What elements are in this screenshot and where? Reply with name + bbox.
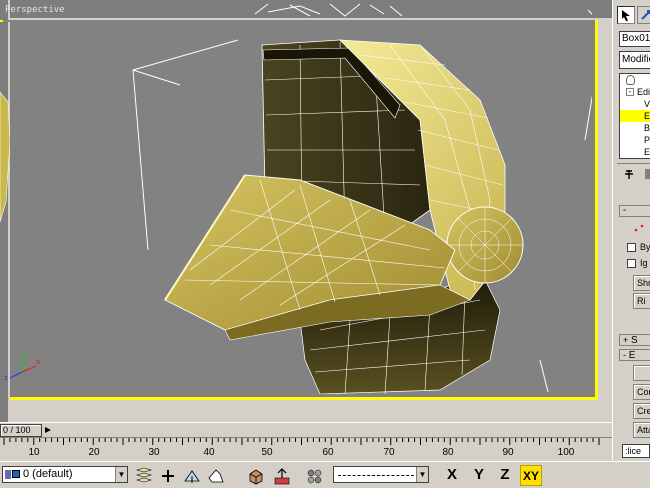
ring-button[interactable]: Ri — [633, 293, 650, 309]
modifier-list-dropdown[interactable]: Modifie — [619, 51, 650, 69]
render-scene-icon[interactable] — [246, 466, 266, 485]
select-objects-in-layer-icon[interactable] — [182, 466, 202, 485]
helmet-wireframe-render: y x z — [4, 9, 592, 394]
modify-tab-icon[interactable] — [637, 6, 650, 24]
soft-selection-rollout-header[interactable]: + S — [619, 334, 650, 346]
time-slider[interactable]: 0 / 100 — [0, 422, 612, 437]
viewport-label[interactable]: Perspective — [5, 5, 65, 15]
next-frame-arrow-icon[interactable] — [43, 425, 53, 435]
attach-button[interactable]: Atta — [633, 422, 650, 438]
axis-z-button[interactable]: Z — [494, 465, 516, 486]
ruler-label: 70 — [383, 447, 395, 458]
stack-item-edge[interactable]: E — [620, 110, 650, 122]
shrink-button[interactable]: Shr — [633, 275, 650, 291]
stack-toolbar — [617, 163, 650, 183]
modifier-stack[interactable]: - Edi V E B P E — [619, 73, 650, 159]
axis-x-button[interactable]: X — [441, 465, 463, 486]
add-to-layer-icon[interactable] — [158, 466, 178, 485]
set-current-layer-icon[interactable] — [206, 466, 226, 485]
ruler-label: 80 — [442, 447, 454, 458]
edit-edges-rollout-header[interactable]: - E — [619, 349, 650, 361]
ruler-label: 60 — [322, 447, 334, 458]
by-vertex-checkbox[interactable] — [627, 243, 636, 252]
stack-item-element[interactable]: E — [620, 146, 650, 158]
layer-dropdown[interactable]: 0 (default) ▼ — [2, 466, 128, 483]
stack-item-vertex[interactable]: V — [620, 98, 650, 110]
slice-field[interactable]: :lice — [622, 444, 650, 458]
layer-manager-icon[interactable] — [134, 466, 154, 485]
svg-text:z: z — [4, 374, 8, 382]
pin-stack-icon[interactable] — [623, 168, 635, 180]
command-panel: Box01 Modifie - Edi V E B P E — [612, 0, 650, 460]
material-editor-icon[interactable] — [304, 466, 324, 485]
chevron-down-icon[interactable]: ▼ — [115, 467, 127, 482]
track-bar[interactable]: 10 20 30 40 50 60 70 80 90 100 — [0, 437, 612, 461]
ruler-label: 10 — [28, 447, 40, 458]
axis-xy-button[interactable]: XY — [520, 465, 542, 486]
connect-button[interactable]: Cor — [633, 384, 650, 400]
insert-vertex-button[interactable] — [633, 365, 650, 381]
show-end-result-icon[interactable] — [643, 168, 650, 180]
ruler-label: 100 — [557, 447, 575, 458]
selection-rollout-header[interactable]: - — [619, 205, 650, 217]
ruler-label: 40 — [203, 447, 215, 458]
ruler-label: 30 — [148, 447, 160, 458]
edge-select-icon[interactable] — [633, 223, 650, 233]
bottom-toolbar: 0 (default) ▼ ▼ X Y Z XY — [0, 461, 650, 488]
axis-tripod-icon: y x z — [4, 350, 40, 382]
create-tab-icon[interactable] — [617, 6, 635, 24]
ruler-label: 20 — [88, 447, 100, 458]
ruler-label: 90 — [502, 447, 514, 458]
ignore-backfacing-checkbox[interactable] — [627, 259, 636, 268]
stack-item-border[interactable]: B — [620, 122, 650, 134]
layer-color-swatch[interactable] — [12, 470, 20, 478]
3ds-max-window: y x z Perspective Box01 Modifie - Edi V — [0, 0, 650, 488]
svg-text:y: y — [24, 350, 28, 358]
collapse-icon[interactable]: - — [626, 88, 634, 96]
stack-item-edit-poly[interactable]: - Edi — [620, 86, 650, 98]
layer-visibility-icon[interactable] — [5, 470, 11, 479]
create-shape-button[interactable]: Cre — [633, 403, 650, 419]
selection-filter-dropdown[interactable]: ▼ — [333, 466, 429, 483]
stack-item-polygon[interactable]: P — [620, 134, 650, 146]
stack-item[interactable] — [620, 74, 650, 86]
quick-render-icon[interactable] — [272, 466, 292, 485]
axis-y-button[interactable]: Y — [468, 465, 490, 486]
chevron-down-icon[interactable]: ▼ — [416, 467, 428, 482]
lightbulb-icon[interactable] — [626, 75, 635, 85]
object-name-field[interactable]: Box01 — [619, 31, 650, 47]
time-slider-thumb[interactable]: 0 / 100 — [0, 424, 42, 437]
ruler-label: 50 — [261, 447, 273, 458]
svg-text:x: x — [36, 358, 40, 366]
perspective-viewport[interactable]: y x z Perspective — [0, 0, 598, 400]
